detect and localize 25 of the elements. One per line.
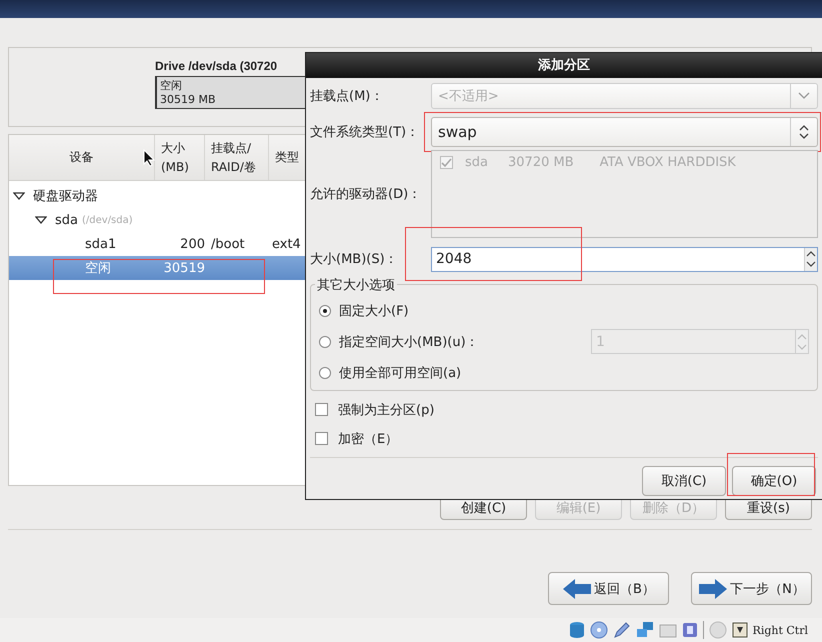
- device-name: sda1: [85, 236, 116, 252]
- drive-size: 30720 MB: [508, 155, 574, 170]
- field-label: 挂载点(M)：: [310, 88, 384, 105]
- checkbox-label: 加密（E）: [338, 430, 398, 448]
- size-cell: 30519: [164, 260, 205, 276]
- device-name: sda: [55, 212, 78, 228]
- size-cell: 200: [180, 236, 205, 252]
- checkbox-label: 强制为主分区(p): [338, 402, 434, 418]
- device-path: (/dev/sda): [82, 214, 133, 226]
- drive-model: ATA VBOX HARDDISK: [600, 155, 736, 170]
- field-label: 允许的驱动器(D)：: [310, 186, 422, 203]
- host-key-label: Right Ctrl: [752, 624, 808, 636]
- drive-title: Drive /dev/sda (30720: [155, 59, 278, 73]
- option-label: 指定空间大小(MB)(u)：: [339, 334, 479, 350]
- group-title: 其它大小选项: [315, 276, 397, 294]
- type-cell: ext4: [272, 236, 301, 252]
- device-name: 空闲: [85, 260, 111, 277]
- field-label: 文件系统类型(T)：: [310, 124, 420, 141]
- option-label: 固定大小(F): [339, 302, 409, 320]
- mount-cell: /boot: [211, 236, 245, 252]
- drive-name: sda: [465, 155, 488, 170]
- field-label: 大小(MB)(S)：: [310, 251, 399, 268]
- dialog-title: 添加分区: [306, 53, 822, 78]
- option-label: 使用全部可用空间(a): [339, 364, 462, 382]
- device-name: 硬盘驱动器: [33, 188, 98, 205]
